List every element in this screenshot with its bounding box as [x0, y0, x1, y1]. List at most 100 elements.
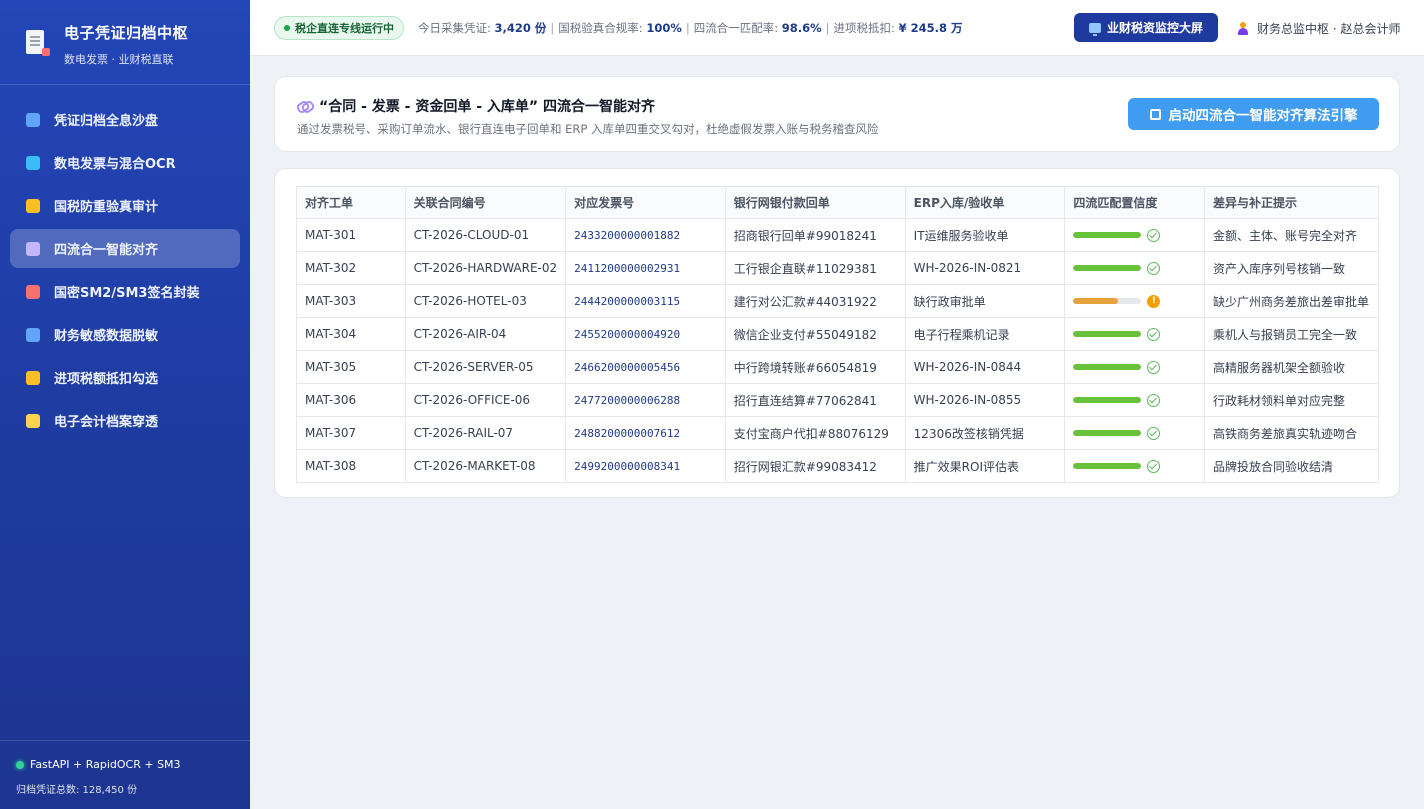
erp-receipt: WH-2026-IN-0855 [904, 383, 1066, 417]
table-header-row: 对齐工单 关联合同编号 对应发票号 银行网银付款回单 ERP入库/验收单 四流匹配置信度差… [296, 186, 1380, 219]
discrepancy-note: 行政耗材领料单对应完整 [1203, 383, 1380, 417]
column-header[interactable]: 银行网银付款回单 [724, 186, 906, 219]
sidebar-item-2[interactable]: 数电发票与混合OCR [10, 143, 240, 182]
scales-icon [26, 198, 40, 213]
status-badge: 税企直连专线运行中 [274, 15, 404, 40]
column-header[interactable]: 四流匹配置信度 [1064, 186, 1205, 219]
erp-receipt: 12306改签核销凭据 [904, 416, 1066, 450]
bank-receipt: 支付宝商户代扣#88076129 [724, 416, 906, 450]
check-circle-icon [1147, 393, 1161, 407]
confidence-bar [1073, 430, 1142, 436]
verify-label: 国税验真合规率: [558, 20, 647, 35]
confidence-cell [1064, 251, 1205, 285]
table-row[interactable]: MAT-304 CT-2026-AIR-04 2455200000004920 微信企… [296, 317, 1380, 351]
erp-receipt: 缺行政审批单 [904, 284, 1066, 318]
start-alignment-engine-button[interactable]: 启动四流合一智能对齐算法引擎 [1128, 98, 1379, 130]
contract-number: CT-2026-OFFICE-06 [404, 383, 567, 417]
column-header[interactable]: ERP入库/验收单 [904, 186, 1066, 219]
bank-receipt: 微信企业支付#55049182 [724, 317, 906, 351]
invoice-number: 2444200000003115 [565, 284, 726, 318]
column-header[interactable]: 差异与补正提示 [1203, 186, 1380, 219]
invoice-number: 2499200000008341 [565, 449, 726, 483]
table-row[interactable]: MAT-305 CT-2026-SERVER-05 2466200000005456… [296, 350, 1380, 384]
bank-receipt: 工行银企直联#11029381 [724, 251, 906, 285]
contract-number: CT-2026-SERVER-05 [404, 350, 567, 384]
sidebar-item-5[interactable]: 国密SM2/SM3签名封装 [10, 272, 240, 311]
invoice-number: 2455200000004920 [565, 317, 726, 351]
collected-value: 3,420 份 [494, 20, 547, 35]
erp-receipt: 推广效果ROI评估表 [904, 449, 1066, 483]
bank-receipt: 建行对公汇款#44031922 [724, 284, 906, 318]
sidebar-item-1[interactable]: 凭证归档全息沙盘 [10, 100, 240, 139]
bank-receipt: 招行直连结算#77062841 [724, 383, 906, 417]
user-name: 财务总监中枢 · 赵总会计师 [1257, 22, 1401, 36]
confidence-bar [1073, 331, 1142, 337]
check-circle-icon [1147, 261, 1161, 275]
discrepancy-note: 资产入库序列号核销一致 [1203, 251, 1380, 285]
check-circle-icon [1147, 459, 1161, 473]
check-circle-icon [1147, 360, 1161, 374]
sidebar-item-3[interactable]: 国税防重验真审计 [10, 186, 240, 225]
table-row[interactable]: MAT-306 CT-2026-OFFICE-06 2477200000006288… [296, 383, 1380, 417]
sidebar-item-label: 财务敏感数据脱敏 [54, 329, 159, 344]
confidence-bar [1073, 265, 1142, 271]
table-body: MAT-301 CT-2026-CLOUD-01 2433200000001882 招… [296, 218, 1380, 483]
confidence-bar [1073, 364, 1142, 370]
bank-receipt: 招行网银汇款#99083412 [724, 449, 906, 483]
collected-label: 今日采集凭证: [418, 20, 495, 35]
column-header[interactable]: 对齐工单 [296, 186, 406, 219]
contract-number: CT-2026-MARKET-08 [404, 449, 567, 483]
confidence-cell [1064, 218, 1205, 252]
discrepancy-note: 缺少广州商务差旅出差审批单 [1203, 284, 1380, 318]
table-row[interactable]: MAT-303 CT-2026-HOTEL-03 2444200000003115 建… [296, 284, 1380, 318]
monitor-dashboard-button[interactable]: 业财税资监控大屏 [1074, 13, 1218, 42]
page-title: “合同 - 发票 - 资金回单 - 入库单” 四流合一智能对齐 [319, 99, 655, 115]
invoice-number: 2433200000001882 [565, 218, 726, 252]
sidebar-item-label: 凭证归档全息沙盘 [54, 114, 159, 129]
monitor-icon [1088, 22, 1101, 36]
archive-total: 归档凭证总数: 128,450 份 [16, 785, 138, 796]
sidebar-item-6[interactable]: 财务敏感数据脱敏 [10, 315, 240, 354]
discrepancy-note: 高精服务器机架全额验收 [1203, 350, 1380, 384]
invoice-number: 2466200000005456 [565, 350, 726, 384]
alignment-table-card: 对齐工单 关联合同编号 对应发票号 银行网银付款回单 ERP入库/验收单 四流匹配置信度差… [274, 168, 1400, 498]
table-row[interactable]: MAT-307 CT-2026-RAIL-07 2488200000007612 支付… [296, 416, 1380, 450]
shield-icon [26, 327, 40, 342]
sidebar-item-label: 国税防重验真审计 [54, 200, 159, 215]
invoice-number: 2488200000007612 [565, 416, 726, 450]
sidebar-item-label: 四流合一智能对齐 [54, 243, 159, 258]
sidebar-item-7[interactable]: 进项税额抵扣勾选 [10, 358, 240, 397]
sidebar-item-8[interactable]: 电子会计档案穿透 [10, 401, 240, 440]
erp-receipt: 电子行程乘机记录 [904, 317, 1066, 351]
table-row[interactable]: MAT-302 CT-2026-HARDWARE-02 24112000000029… [296, 251, 1380, 285]
bar-chart-icon [26, 112, 40, 127]
invoice-number: 2411200000002931 [565, 251, 726, 285]
column-header[interactable]: 关联合同编号 [404, 186, 567, 219]
confidence-bar [1073, 397, 1142, 403]
table-row[interactable]: MAT-308 CT-2026-MARKET-08 2499200000008341… [296, 449, 1380, 483]
invoice-number: 2477200000006288 [565, 383, 726, 417]
erp-receipt: IT运维服务验收单 [904, 218, 1066, 252]
sidebar-footer: FastAPI + RapidOCR + SM3 归档凭证总数: 128,450… [0, 740, 250, 809]
confidence-cell [1064, 383, 1205, 417]
confidence-cell [1064, 449, 1205, 483]
work-order-id: MAT-303 [296, 284, 406, 318]
sidebar-nav: 凭证归档全息沙盘数电发票与混合OCR 国税防重验真审计 四流合一智能对齐国密SM2/… [0, 85, 250, 440]
contract-number: CT-2026-HOTEL-03 [404, 284, 567, 318]
sidebar-item-4[interactable]: 四流合一智能对齐 [10, 229, 240, 268]
money-bag-icon [26, 370, 40, 385]
archive-document-icon [24, 30, 50, 56]
check-circle-icon [1147, 426, 1161, 440]
confidence-bar [1073, 463, 1142, 469]
magnifier-icon [26, 155, 40, 170]
ledger-icon [26, 413, 40, 428]
engine-button-label: 启动四流合一智能对齐算法引擎 [1168, 108, 1358, 124]
deduct-label: 进项税抵扣: [833, 20, 899, 35]
column-header[interactable]: 对应发票号 [565, 186, 726, 219]
contract-number: CT-2026-RAIL-07 [404, 416, 567, 450]
discrepancy-note: 金额、主体、账号完全对齐 [1203, 218, 1380, 252]
topbar: 税企直连专线运行中 今日采集凭证: 3,420 份 | 国税验真合规率: 100% |… [250, 0, 1424, 56]
table-row[interactable]: MAT-301 CT-2026-CLOUD-01 2433200000001882 招… [296, 218, 1380, 252]
confidence-cell [1064, 317, 1205, 351]
user-profile[interactable]: 财务总监中枢 · 赵总会计师 [1238, 20, 1400, 37]
